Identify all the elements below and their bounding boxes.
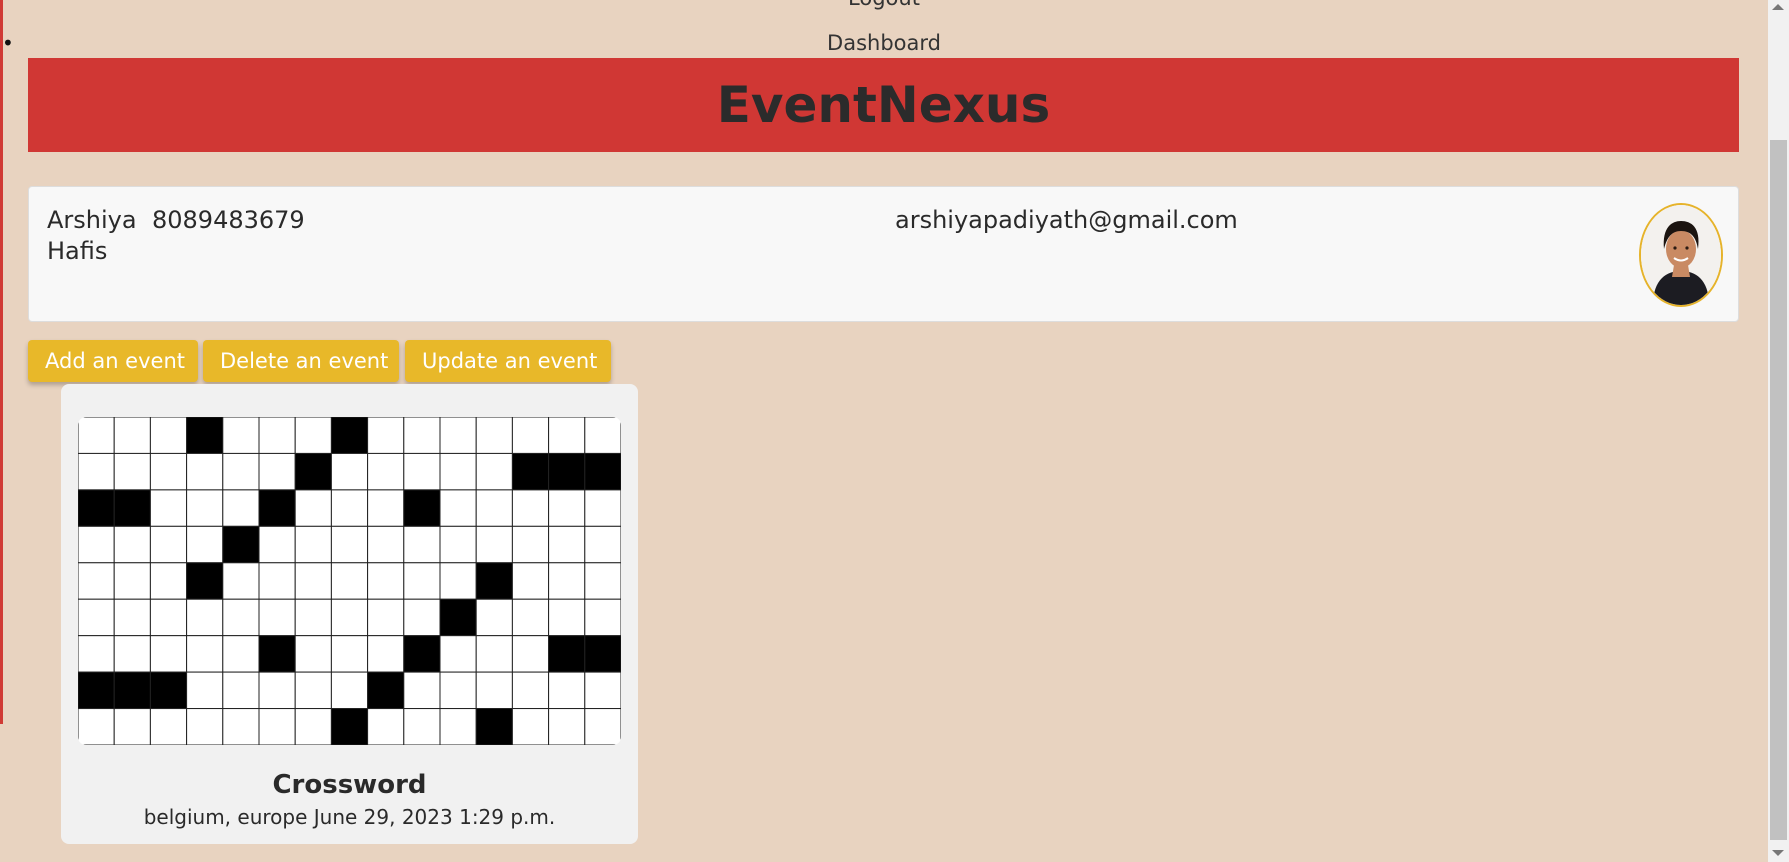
scroll-down-icon[interactable] — [1772, 850, 1784, 856]
bullet-icon: • — [2, 0, 14, 4]
event-image[interactable] — [78, 417, 621, 745]
user-photo-icon — [1641, 205, 1721, 305]
nav-item-dashboard[interactable]: • Dashboard — [0, 31, 1768, 55]
nav-item-logout[interactable]: • Logout — [0, 0, 1768, 10]
vertical-scrollbar[interactable] — [1768, 0, 1789, 862]
profile-name: Arshiya Hafis — [47, 206, 137, 265]
crossword-image-icon — [78, 417, 621, 745]
scroll-thumb[interactable] — [1770, 140, 1787, 840]
bullet-icon: • — [2, 31, 14, 55]
add-event-button[interactable]: Add an event — [28, 340, 198, 382]
profile-email: arshiyapadiyath@gmail.com — [895, 206, 1238, 234]
event-title: Crossword — [272, 770, 427, 800]
profile-phone: 8089483679 — [152, 206, 305, 234]
app-title: EventNexus — [716, 76, 1051, 134]
nav-item-label[interactable]: Dashboard — [827, 31, 941, 55]
delete-event-button[interactable]: Delete an event — [203, 340, 399, 382]
update-event-button[interactable]: Update an event — [405, 340, 611, 382]
left-accent-line — [0, 0, 3, 724]
event-meta: belgium, europe June 29, 2023 1:29 p.m. — [143, 805, 556, 829]
avatar — [1639, 203, 1723, 307]
profile-card: Arshiya Hafis 8089483679 arshiyapadiyath… — [28, 186, 1739, 322]
scroll-up-icon[interactable] — [1772, 4, 1784, 10]
app-header: EventNexus — [28, 58, 1739, 152]
nav-item-label[interactable]: Logout — [848, 0, 920, 10]
event-card[interactable]: Crossword belgium, europe June 29, 2023 … — [61, 384, 638, 844]
